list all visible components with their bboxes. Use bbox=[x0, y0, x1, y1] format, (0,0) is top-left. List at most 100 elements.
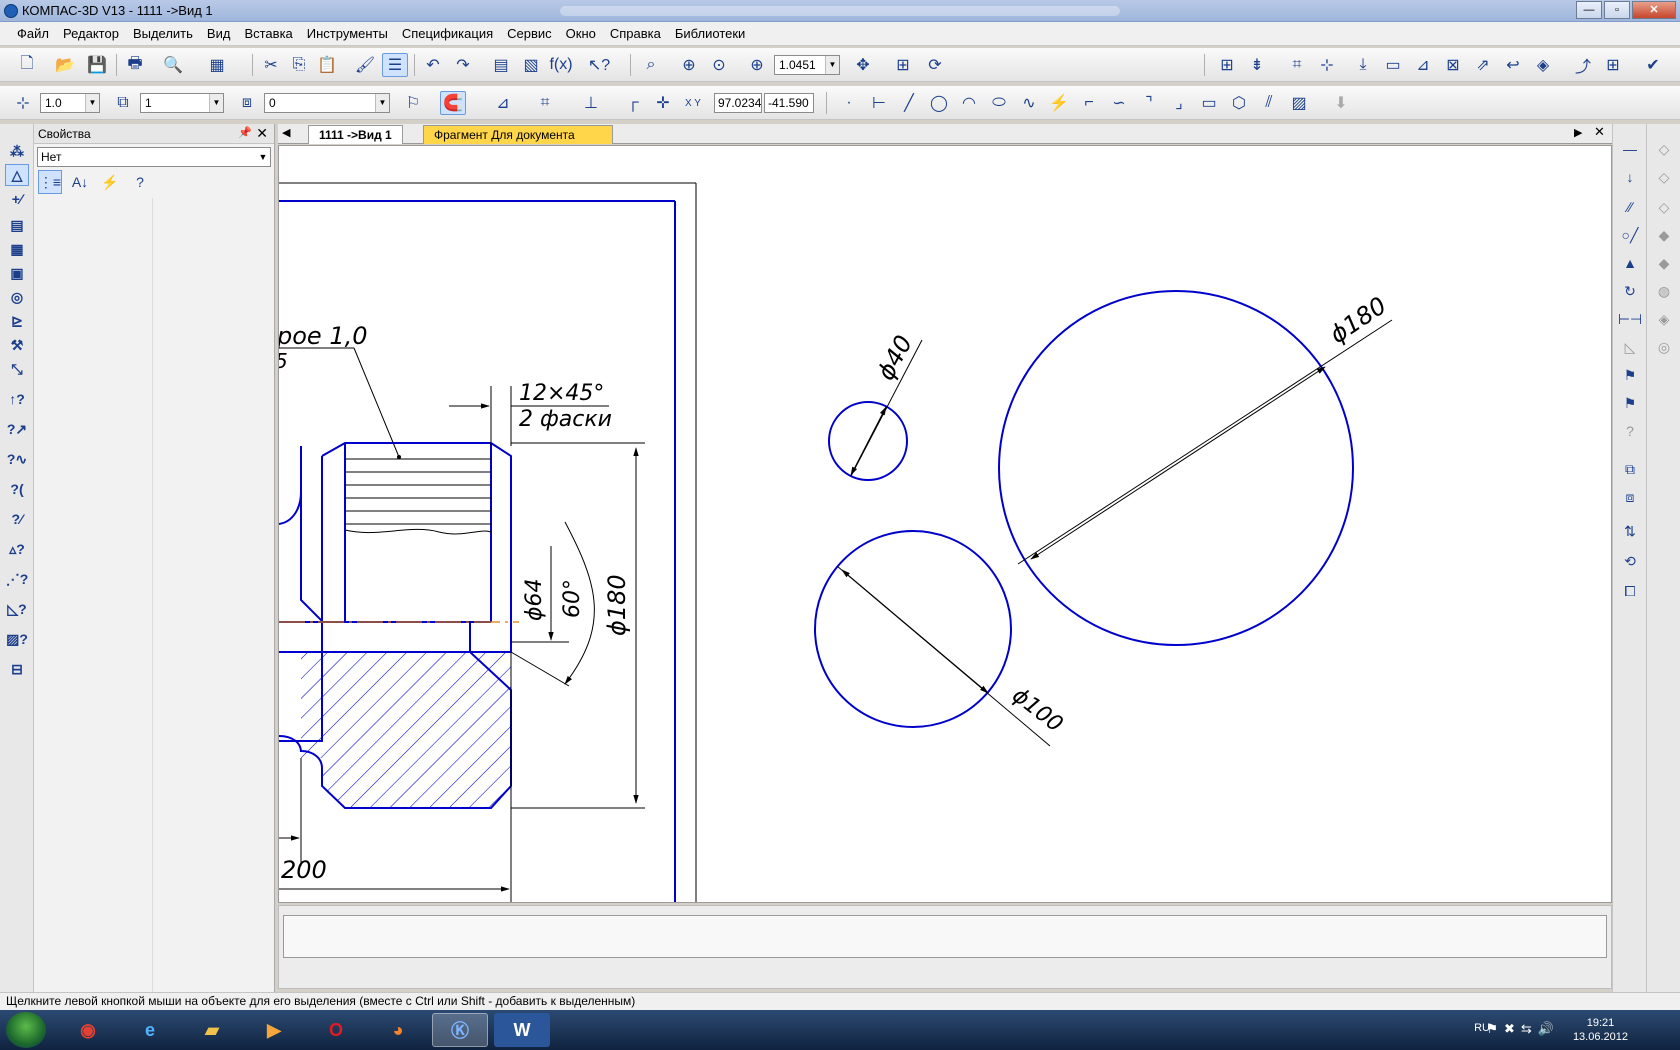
chevron-down-icon[interactable]: ▼ bbox=[375, 94, 389, 112]
check-icon[interactable]: ✔ bbox=[1640, 53, 1666, 77]
dimension-tool-icon[interactable]: ⊞ bbox=[1214, 53, 1240, 77]
media-player-icon[interactable]: ▶ bbox=[246, 1013, 302, 1047]
point-icon[interactable]: · bbox=[836, 91, 862, 115]
zoom-scale-icon[interactable]: ⊕ bbox=[744, 53, 770, 77]
menu-help[interactable]: Справка bbox=[603, 26, 668, 41]
arc-icon[interactable]: ◠ bbox=[956, 91, 982, 115]
grid-icon[interactable]: ⌗ bbox=[1284, 53, 1310, 77]
orthogonal-mode-icon[interactable]: ┌ bbox=[620, 91, 646, 115]
parallel-icon[interactable]: ∕∕ bbox=[1618, 196, 1642, 218]
cs-origin-icon[interactable]: ⊥ bbox=[578, 91, 604, 115]
tab-document[interactable]: 1111 ->Вид 1 bbox=[308, 125, 403, 144]
layer-state-combo[interactable]: 1 ▼ bbox=[140, 93, 224, 113]
aux-line-icon[interactable]: ⊢ bbox=[866, 91, 892, 115]
bezier-icon[interactable]: ∽ bbox=[1106, 91, 1132, 115]
circle-icon[interactable]: ◯ bbox=[926, 91, 952, 115]
chevron-down-icon[interactable]: ▼ bbox=[209, 94, 223, 112]
layers-icon[interactable]: ⧈ bbox=[234, 91, 260, 115]
rectangle-icon[interactable]: ▭ bbox=[1196, 91, 1222, 115]
help-pointer-icon[interactable]: ↖? bbox=[586, 53, 612, 77]
pin-icon[interactable]: 📌 bbox=[238, 126, 252, 139]
point-measure-icon[interactable]: ?↗ bbox=[5, 418, 29, 440]
firefox-icon[interactable]: ◕ bbox=[370, 1013, 426, 1047]
layer-combo[interactable]: 0 ▼ bbox=[264, 93, 390, 113]
perimeter-icon[interactable]: ⋰? bbox=[5, 568, 29, 590]
menu-tools[interactable]: Инструменты bbox=[300, 26, 395, 41]
hatch-icon[interactable]: ▨ bbox=[1286, 91, 1312, 115]
angle-measure-icon[interactable]: ?( bbox=[5, 478, 29, 500]
zoom-fit-icon[interactable]: ⊙ bbox=[706, 53, 732, 77]
merge-points-icon[interactable]: ⚑ bbox=[1618, 364, 1642, 386]
menu-view[interactable]: Вид bbox=[200, 26, 238, 41]
text-box-icon[interactable]: ▭ bbox=[1380, 53, 1406, 77]
copy-icon[interactable]: ⎘ bbox=[286, 53, 312, 77]
section-line-icon[interactable]: ↩ bbox=[1500, 53, 1526, 77]
tab-scroll-right-icon[interactable]: ▶ bbox=[1574, 126, 1582, 139]
command-input-area[interactable] bbox=[283, 915, 1607, 958]
maximize-button[interactable]: ▫ bbox=[1604, 1, 1630, 19]
ortho-icon[interactable]: ⊿ bbox=[490, 91, 516, 115]
tray-icons[interactable]: ⚑✖⇆🔊 bbox=[1486, 1021, 1560, 1037]
part-contour[interactable] bbox=[279, 735, 302, 753]
deform-icon[interactable]: ⧠ bbox=[1618, 580, 1642, 602]
kompas-app-icon[interactable] bbox=[4, 3, 18, 18]
curve-length-icon[interactable]: ?∿ bbox=[5, 448, 29, 470]
geometry-group-icon[interactable]: ⁂ bbox=[5, 140, 29, 162]
polygon-icon[interactable]: ⬡ bbox=[1226, 91, 1252, 115]
chevron-down-icon[interactable]: ▼ bbox=[256, 148, 270, 166]
distance-measure-icon[interactable]: ↑? bbox=[5, 388, 29, 410]
open-folder-icon[interactable]: 📂 bbox=[52, 53, 78, 77]
table-icon[interactable]: ⊞ bbox=[1600, 53, 1626, 77]
zoom-in-icon[interactable]: ⊕ bbox=[676, 53, 702, 77]
chevron-down-icon[interactable]: ▼ bbox=[825, 56, 839, 74]
line-scale-combo[interactable]: 1.0 ▼ bbox=[40, 93, 100, 113]
ellipse-icon[interactable]: ⬭ bbox=[986, 91, 1012, 115]
variables-icon[interactable]: ▧ bbox=[518, 53, 544, 77]
auto-line-icon[interactable]: ⚡ bbox=[1046, 91, 1072, 115]
print-preview-icon[interactable]: 🔍 bbox=[160, 53, 186, 77]
mass-properties-icon[interactable]: ▨? bbox=[5, 628, 29, 650]
part-contour[interactable] bbox=[279, 491, 302, 525]
properties-filter-combo[interactable]: Нет ▼ bbox=[37, 147, 271, 167]
symmetry-icon[interactable]: ▲ bbox=[1618, 252, 1642, 274]
associative-group-icon[interactable]: ⚒ bbox=[5, 334, 29, 356]
close-tab-icon[interactable]: ✕ bbox=[1594, 124, 1605, 140]
function-icon[interactable]: f(x) bbox=[548, 53, 574, 77]
selection-group-icon[interactable]: ⊵ bbox=[5, 310, 29, 332]
spec-objects-icon[interactable]: ⊟ bbox=[5, 658, 29, 680]
point-on-curve-icon[interactable]: ⚑ bbox=[1618, 392, 1642, 414]
menu-select[interactable]: Выделить bbox=[126, 26, 200, 41]
properties-column-divider[interactable] bbox=[152, 198, 153, 992]
refresh-view-icon[interactable]: ⊞ bbox=[890, 53, 916, 77]
circle-d180[interactable] bbox=[998, 290, 1354, 646]
menu-window[interactable]: Окно bbox=[559, 26, 603, 41]
leader-icon[interactable]: ⤓ bbox=[1350, 53, 1376, 77]
grid-toggle-icon[interactable]: ⌗ bbox=[532, 91, 558, 115]
opera-icon[interactable]: O bbox=[308, 1013, 364, 1047]
view-icon[interactable]: ⤴ bbox=[1570, 53, 1596, 77]
spec-group-icon[interactable]: ⤡ bbox=[5, 358, 29, 380]
tab-scroll-left-icon[interactable]: ◀ bbox=[282, 126, 290, 139]
start-button[interactable] bbox=[6, 1012, 46, 1048]
copy-properties-icon[interactable]: 🖌 bbox=[352, 53, 378, 77]
snap-magnet-icon[interactable]: 🧲 bbox=[440, 91, 466, 115]
paste-icon[interactable]: 📋 bbox=[314, 53, 340, 77]
tab-fragment[interactable]: Фрагмент Для документа bbox=[423, 125, 613, 144]
minimize-button[interactable]: — bbox=[1576, 1, 1602, 19]
fillet-icon[interactable]: ⌝ bbox=[1136, 91, 1162, 115]
paste-object-icon[interactable]: ⧈ bbox=[1618, 486, 1642, 508]
fix-size-icon[interactable]: ⊢⊣ bbox=[1618, 308, 1642, 330]
move-icon[interactable]: ⇅ bbox=[1618, 520, 1642, 542]
dimensions-group-icon[interactable]: +∕ bbox=[5, 188, 29, 210]
save-icon[interactable]: 💾 bbox=[84, 53, 110, 77]
zoom-combo[interactable]: 1.0451 ▼ bbox=[774, 55, 840, 75]
polyline-icon[interactable]: ⌐ bbox=[1076, 91, 1102, 115]
chevron-down-icon[interactable]: ▼ bbox=[85, 94, 99, 112]
layer-state-icon[interactable]: ⧉ bbox=[110, 91, 136, 115]
circle-d100[interactable] bbox=[814, 530, 1012, 728]
cut-icon[interactable]: ✂ bbox=[258, 53, 284, 77]
part-contour[interactable] bbox=[321, 442, 512, 566]
roughness-icon[interactable]: ⊿ bbox=[1410, 53, 1436, 77]
area-icon[interactable]: ◺? bbox=[5, 598, 29, 620]
menu-editor[interactable]: Редактор bbox=[56, 26, 126, 41]
